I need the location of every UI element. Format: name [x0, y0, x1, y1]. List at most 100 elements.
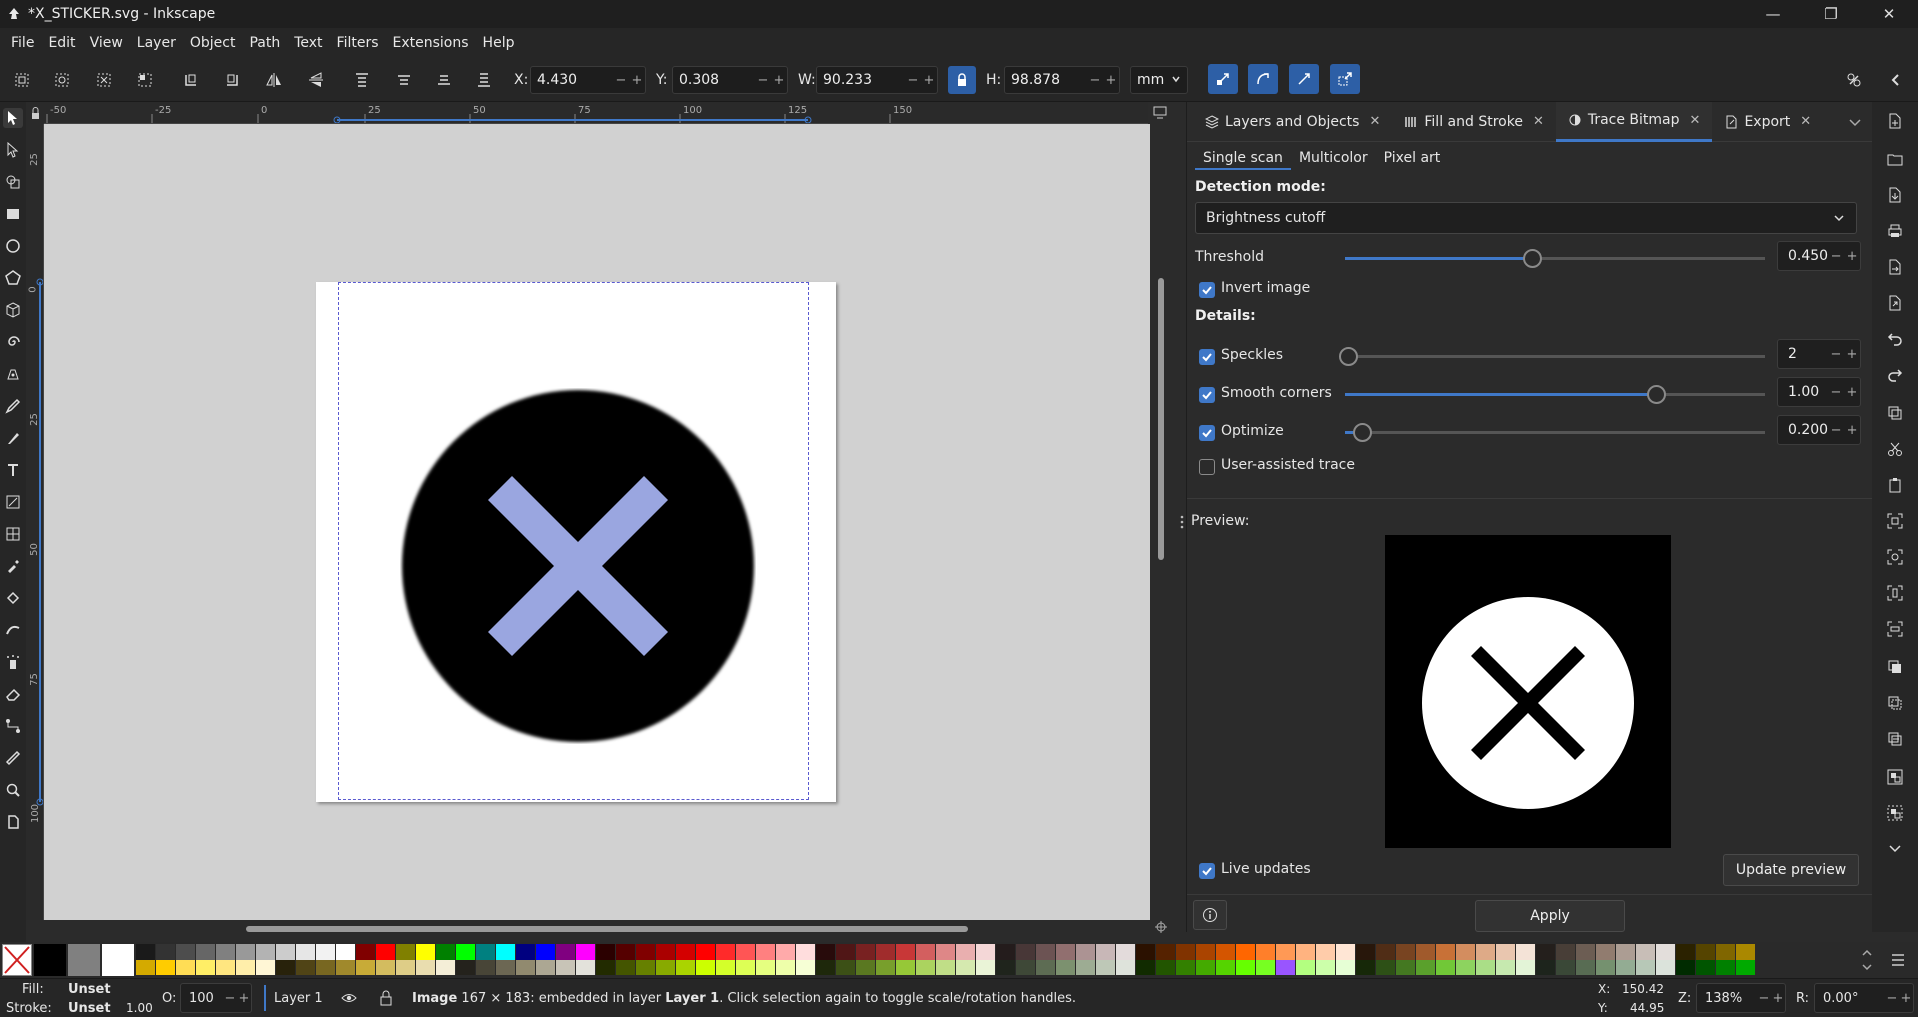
optimize-checkbox[interactable]: [1199, 425, 1215, 441]
speckles-field[interactable]: 2 − +: [1777, 339, 1861, 369]
color-swatch[interactable]: [296, 960, 315, 975]
color-swatch[interactable]: [196, 960, 215, 975]
color-swatch[interactable]: [416, 960, 435, 975]
color-swatch[interactable]: [796, 960, 815, 975]
color-swatch[interactable]: [996, 960, 1015, 975]
optimize-field[interactable]: 0.200 − +: [1777, 415, 1861, 445]
color-swatch[interactable]: [476, 960, 495, 975]
menu-text[interactable]: Text: [287, 28, 329, 58]
color-swatch[interactable]: [1316, 960, 1335, 975]
color-swatch[interactable]: [1076, 960, 1095, 975]
tab-multicolor[interactable]: Multicolor: [1291, 148, 1376, 170]
color-swatch[interactable]: [1236, 960, 1255, 975]
unlink-clone-icon[interactable]: [1886, 730, 1904, 748]
color-swatch[interactable]: [1716, 960, 1735, 975]
color-swatch[interactable]: [1356, 944, 1375, 961]
color-swatch[interactable]: [1556, 960, 1575, 975]
clone-icon[interactable]: [1886, 694, 1904, 712]
color-swatch[interactable]: [1396, 960, 1415, 975]
color-swatch[interactable]: [102, 944, 134, 976]
tab-fill-and-stroke[interactable]: Fill and Stroke ✕: [1392, 102, 1555, 142]
color-swatch[interactable]: [756, 944, 775, 961]
color-swatch[interactable]: [1596, 960, 1615, 975]
menu-edit[interactable]: Edit: [41, 28, 82, 58]
sticker-image[interactable]: [400, 388, 756, 744]
calligraphy-tool-icon[interactable]: [3, 428, 23, 448]
color-swatch[interactable]: [656, 944, 675, 961]
select-all-layers-icon[interactable]: [48, 66, 76, 94]
x-field[interactable]: 4.430 − +: [530, 66, 646, 94]
color-swatch[interactable]: [1336, 944, 1355, 961]
ungroup-icon[interactable]: [1886, 804, 1904, 822]
color-swatch[interactable]: [156, 960, 175, 975]
close-tab-icon[interactable]: ✕: [1533, 114, 1544, 129]
paint-bucket-tool-icon[interactable]: [3, 588, 23, 608]
paste-icon[interactable]: [1886, 476, 1904, 494]
color-swatch[interactable]: [536, 944, 555, 961]
color-swatch[interactable]: [1376, 960, 1395, 975]
color-swatch[interactable]: [1696, 944, 1715, 961]
color-swatch[interactable]: [716, 960, 735, 975]
threshold-slider-knob[interactable]: [1523, 249, 1542, 268]
zoom-selection-icon[interactable]: [1886, 512, 1904, 530]
color-swatch[interactable]: [1036, 944, 1055, 961]
shape-builder-icon[interactable]: [3, 172, 23, 192]
color-swatch[interactable]: [1716, 944, 1735, 961]
color-swatch[interactable]: [896, 944, 915, 961]
smooth-corners-slider-knob[interactable]: [1647, 385, 1666, 404]
color-swatch[interactable]: [1056, 960, 1075, 975]
lower-to-bottom-icon[interactable]: [470, 66, 498, 94]
color-swatch[interactable]: [856, 960, 875, 975]
color-swatch[interactable]: [496, 960, 515, 975]
menu-filters[interactable]: Filters: [330, 28, 386, 58]
color-swatch[interactable]: [1456, 960, 1475, 975]
invert-image-checkbox[interactable]: [1199, 282, 1215, 298]
color-swatch[interactable]: [616, 960, 635, 975]
color-swatch[interactable]: [1416, 944, 1435, 961]
color-swatch[interactable]: [1356, 960, 1375, 975]
color-swatch[interactable]: [656, 960, 675, 975]
menu-help[interactable]: Help: [476, 28, 522, 58]
print-icon[interactable]: [1886, 222, 1904, 240]
color-swatch[interactable]: [1436, 960, 1455, 975]
speckles-slider-knob[interactable]: [1339, 347, 1358, 366]
group-icon[interactable]: [1886, 768, 1904, 786]
color-swatch[interactable]: [136, 960, 155, 975]
color-swatch[interactable]: [556, 944, 575, 961]
y-field[interactable]: 0.308 − +: [672, 66, 788, 94]
color-swatch[interactable]: [456, 944, 475, 961]
drag-handle-icon[interactable]: [1179, 514, 1187, 530]
color-swatch[interactable]: [1576, 960, 1595, 975]
rotation-field[interactable]: 0.00° − +: [1814, 983, 1914, 1013]
color-swatch[interactable]: [1656, 960, 1675, 975]
spray-tool-icon[interactable]: [3, 652, 23, 672]
selector-tool-icon[interactable]: [3, 108, 23, 128]
raise-icon[interactable]: [390, 66, 418, 94]
scale-stroke-icon[interactable]: [1208, 64, 1238, 94]
color-swatch[interactable]: [696, 960, 715, 975]
color-swatch[interactable]: [196, 944, 215, 961]
tab-pixel-art[interactable]: Pixel art: [1376, 148, 1449, 170]
close-window-button[interactable]: ✕: [1860, 0, 1918, 28]
color-swatch[interactable]: [836, 944, 855, 961]
canvas[interactable]: [44, 124, 1150, 920]
color-swatch[interactable]: [1676, 944, 1695, 961]
color-swatch[interactable]: [356, 960, 375, 975]
pen-tool-icon[interactable]: [3, 364, 23, 384]
color-swatch[interactable]: [776, 944, 795, 961]
color-swatch[interactable]: [1456, 944, 1475, 961]
eye-icon[interactable]: [340, 989, 358, 1007]
pages-tool-icon[interactable]: [3, 812, 23, 832]
color-swatch[interactable]: [1336, 960, 1355, 975]
color-swatch[interactable]: [376, 944, 395, 961]
color-swatch[interactable]: [316, 960, 335, 975]
color-swatch[interactable]: [396, 944, 415, 961]
color-swatch[interactable]: [896, 960, 915, 975]
color-swatch[interactable]: [1636, 960, 1655, 975]
optimize-slider[interactable]: [1345, 423, 1765, 442]
h-field[interactable]: 98.878 − +: [1004, 66, 1120, 94]
speckles-slider[interactable]: [1339, 347, 1765, 366]
color-swatch[interactable]: [156, 944, 175, 961]
close-tab-icon[interactable]: ✕: [1369, 114, 1380, 129]
optimize-slider-knob[interactable]: [1353, 423, 1372, 442]
